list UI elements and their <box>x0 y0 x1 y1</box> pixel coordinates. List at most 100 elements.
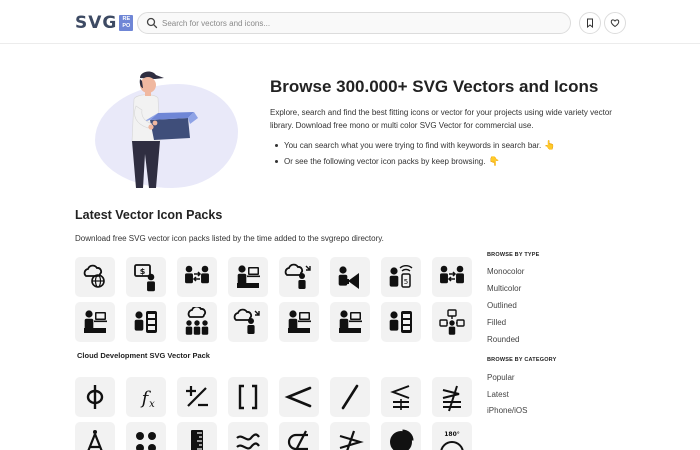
icon-tile[interactable]: 180° <box>432 422 472 450</box>
approx-icon <box>236 433 260 450</box>
svg-text:180°: 180° <box>444 431 460 438</box>
icon-tile[interactable] <box>330 422 370 450</box>
top-header: SVG RE PO <box>0 0 700 44</box>
category-link-latest[interactable]: Latest <box>487 390 509 399</box>
logo[interactable]: SVG RE PO <box>75 13 134 33</box>
type-link-multicolor[interactable]: Multicolor <box>487 284 521 293</box>
phi-icon <box>86 385 104 409</box>
user-megaphone-icon <box>338 266 359 289</box>
bookmark-icon <box>587 18 593 28</box>
cloud-team-icon <box>185 307 209 335</box>
icon-tile[interactable] <box>381 302 421 342</box>
less-than-icon <box>284 386 312 408</box>
pie-chart-icon <box>390 429 414 450</box>
icon-tile[interactable] <box>75 422 115 450</box>
icon-tile[interactable] <box>330 377 370 417</box>
icon-tile[interactable] <box>279 422 319 450</box>
icon-tile[interactable] <box>279 257 319 297</box>
not-equal-icon <box>442 385 461 412</box>
user-server-icon <box>134 311 157 333</box>
browse-by-type-heading: BROWSE BY TYPE <box>487 252 540 258</box>
money-screen-user-icon: $ <box>134 264 155 292</box>
icon-tile[interactable] <box>432 302 472 342</box>
icon-tile[interactable] <box>177 302 217 342</box>
icon-tile[interactable] <box>381 377 421 417</box>
cloud-user-icon <box>233 308 260 334</box>
icon-tile[interactable] <box>279 302 319 342</box>
type-link-monocolor[interactable]: Monocolor <box>487 267 524 276</box>
svg-text:$: $ <box>140 267 146 276</box>
hero-description: Explore, search and find the best fittin… <box>270 108 612 130</box>
four-dots-icon <box>136 432 156 450</box>
ruler-icon <box>191 430 203 450</box>
icon-tile[interactable] <box>228 377 268 417</box>
not-greater-icon <box>339 430 364 450</box>
user-wifi-device-icon: 5 <box>389 265 413 288</box>
category-link-popular[interactable]: Popular <box>487 373 515 382</box>
logo-text: SVG <box>75 13 118 33</box>
type-link-rounded[interactable]: Rounded <box>487 335 519 344</box>
category-link-iphone-ios[interactable]: iPhone/iOS <box>487 406 527 415</box>
search-input[interactable] <box>162 18 542 28</box>
latest-packs-description: Download free SVG vector icon packs list… <box>75 234 384 243</box>
icon-tile[interactable] <box>177 257 217 297</box>
compass-icon <box>87 430 103 450</box>
favorites-button[interactable] <box>604 12 626 34</box>
pack-name[interactable]: Cloud Development SVG Vector Pack <box>77 351 210 360</box>
icon-tile[interactable]: fx <box>126 377 166 417</box>
bookmark-button[interactable] <box>579 12 601 34</box>
protractor-icon: 180° <box>440 431 464 450</box>
browse-by-category-heading: BROWSE BY CATEGORY <box>487 357 557 363</box>
icon-tile[interactable] <box>126 422 166 450</box>
pointing-down-hand-icon: 👇 <box>488 155 500 166</box>
icon-tile[interactable] <box>75 377 115 417</box>
icon-tile[interactable] <box>228 302 268 342</box>
icon-tile[interactable] <box>330 257 370 297</box>
brackets-icon <box>238 384 258 410</box>
icon-tile[interactable] <box>330 302 370 342</box>
type-link-filled[interactable]: Filled <box>487 318 506 327</box>
function-fx-icon: fx <box>140 388 156 410</box>
icon-tile[interactable] <box>432 257 472 297</box>
hero-title: Browse 300.000+ SVG Vectors and Icons <box>270 77 599 96</box>
latest-packs-title: Latest Vector Icon Packs <box>75 208 223 222</box>
cloud-globe-icon <box>83 264 105 288</box>
icon-tile[interactable] <box>126 302 166 342</box>
people-exchange-icon <box>440 265 464 284</box>
pointing-up-hand-icon: 👆 <box>544 140 556 150</box>
network-user-icon <box>439 309 465 335</box>
user-laptop-icon <box>84 310 107 333</box>
icon-tile[interactable] <box>381 422 421 450</box>
icon-tile[interactable] <box>75 257 115 297</box>
user-laptop-icon <box>288 310 311 333</box>
people-exchange-icon <box>185 265 209 284</box>
less-equal-icon <box>390 385 410 410</box>
icon-tile[interactable]: 5 <box>381 257 421 297</box>
icon-tile[interactable] <box>432 377 472 417</box>
svg-text:x: x <box>149 399 155 410</box>
user-server-icon <box>389 311 412 333</box>
icon-tile[interactable] <box>228 257 268 297</box>
svg-text:5: 5 <box>404 278 408 286</box>
search-icon <box>146 17 158 29</box>
search-bar[interactable] <box>137 12 571 34</box>
icon-tile[interactable] <box>177 422 217 450</box>
cloud-user-icon <box>284 263 311 289</box>
not-subset-icon <box>287 430 308 450</box>
icon-tile[interactable]: $ <box>126 257 166 297</box>
type-link-outlined[interactable]: Outlined <box>487 301 517 310</box>
hero-bullet: Or see the following vector icon packs b… <box>270 154 555 170</box>
slash-icon <box>341 384 359 410</box>
icon-tile[interactable] <box>279 377 319 417</box>
logo-badge: RE PO <box>119 15 134 31</box>
plus-minus-icon <box>186 386 208 407</box>
icon-tile[interactable] <box>228 422 268 450</box>
user-laptop-icon <box>237 265 260 288</box>
hero-bullet: You can search what you were trying to f… <box>270 138 555 154</box>
heart-icon <box>610 19 620 28</box>
user-laptop-icon <box>339 310 362 333</box>
hero-illustration <box>131 71 198 188</box>
hero-bullet-list: You can search what you were trying to f… <box>270 138 555 169</box>
icon-tile[interactable] <box>75 302 115 342</box>
icon-tile[interactable] <box>177 377 217 417</box>
